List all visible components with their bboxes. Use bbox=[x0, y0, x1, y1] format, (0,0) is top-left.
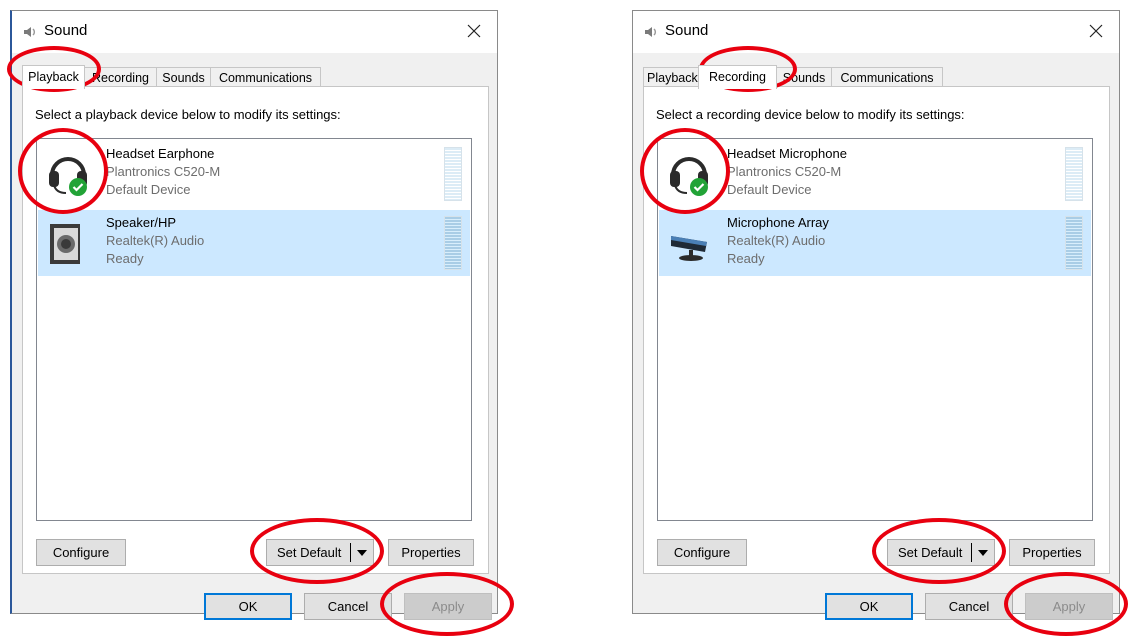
level-meter bbox=[1065, 216, 1083, 270]
speaker-icon bbox=[46, 218, 90, 266]
level-meter bbox=[444, 216, 462, 270]
device-item-microphone-array[interactable]: Microphone Array Realtek(R) Audio Ready bbox=[659, 210, 1091, 276]
device-subtitle: Plantronics C520-M bbox=[727, 164, 842, 179]
set-default-split-button[interactable]: Set Default bbox=[266, 539, 374, 566]
tab-panel: Select a playback device below to modify… bbox=[22, 86, 489, 574]
device-item-headset-microphone[interactable]: Headset Microphone Plantronics C520-M De… bbox=[659, 141, 1091, 207]
instruction-text: Select a recording device below to modif… bbox=[656, 107, 965, 122]
tab-sounds[interactable]: Sounds bbox=[156, 67, 211, 87]
tab-recording[interactable]: Recording bbox=[698, 65, 777, 89]
window-title: Sound bbox=[44, 22, 88, 39]
device-status: Default Device bbox=[727, 182, 812, 197]
tab-sounds[interactable]: Sounds bbox=[776, 67, 832, 87]
device-name: Headset Microphone bbox=[727, 146, 847, 161]
title-bar: Sound bbox=[633, 11, 1119, 53]
cancel-button[interactable]: Cancel bbox=[304, 593, 392, 620]
sound-dialog-playback: Sound Playback Recording Sounds Communic… bbox=[10, 10, 498, 620]
device-item-headset-earphone[interactable]: Headset Earphone Plantronics C520-M Defa… bbox=[38, 141, 470, 207]
device-name: Speaker/HP bbox=[106, 215, 177, 230]
close-button[interactable] bbox=[1073, 11, 1119, 53]
tab-panel: Select a recording device below to modif… bbox=[643, 86, 1110, 574]
device-status: Default Device bbox=[106, 182, 191, 197]
apply-button[interactable]: Apply bbox=[404, 593, 492, 620]
device-name: Headset Earphone bbox=[106, 146, 215, 161]
configure-button[interactable]: Configure bbox=[36, 539, 126, 566]
tab-playback[interactable]: Playback bbox=[643, 67, 699, 87]
device-status: Ready bbox=[106, 251, 144, 266]
tab-recording[interactable]: Recording bbox=[84, 67, 157, 87]
device-list: Headset Microphone Plantronics C520-M De… bbox=[657, 138, 1093, 521]
device-list: Headset Earphone Plantronics C520-M Defa… bbox=[36, 138, 472, 521]
set-default-split-button[interactable]: Set Default bbox=[887, 539, 995, 566]
apply-button[interactable]: Apply bbox=[1025, 593, 1113, 620]
ok-button[interactable]: OK bbox=[825, 593, 913, 620]
level-meter bbox=[444, 147, 462, 201]
set-default-label: Set Default bbox=[898, 545, 963, 560]
close-icon bbox=[467, 24, 481, 41]
sound-speaker-icon bbox=[643, 24, 659, 40]
configure-button[interactable]: Configure bbox=[657, 539, 747, 566]
tab-communications[interactable]: Communications bbox=[831, 67, 943, 87]
headset-icon bbox=[46, 149, 90, 197]
properties-button[interactable]: Properties bbox=[388, 539, 474, 566]
chevron-down-icon[interactable] bbox=[978, 550, 988, 556]
split-separator bbox=[971, 543, 972, 562]
device-subtitle: Realtek(R) Audio bbox=[727, 233, 826, 248]
chevron-down-icon[interactable] bbox=[357, 550, 367, 556]
device-status: Ready bbox=[727, 251, 765, 266]
window-title: Sound bbox=[665, 22, 709, 39]
ok-button[interactable]: OK bbox=[204, 593, 292, 620]
headset-icon bbox=[667, 149, 711, 197]
tab-communications[interactable]: Communications bbox=[210, 67, 321, 87]
cancel-button[interactable]: Cancel bbox=[925, 593, 1013, 620]
sound-dialog-recording: Sound Playback Recording Sounds Communic… bbox=[632, 10, 1120, 620]
device-item-speaker-hp[interactable]: Speaker/HP Realtek(R) Audio Ready bbox=[38, 210, 470, 276]
device-subtitle: Plantronics C520-M bbox=[106, 164, 221, 179]
device-subtitle: Realtek(R) Audio bbox=[106, 233, 205, 248]
device-name: Microphone Array bbox=[727, 215, 829, 230]
instruction-text: Select a playback device below to modify… bbox=[35, 107, 341, 122]
title-bar: Sound bbox=[12, 11, 497, 53]
split-separator bbox=[350, 543, 351, 562]
set-default-label: Set Default bbox=[277, 545, 342, 560]
close-button[interactable] bbox=[451, 11, 497, 53]
level-meter bbox=[1065, 147, 1083, 201]
properties-button[interactable]: Properties bbox=[1009, 539, 1095, 566]
close-icon bbox=[1089, 24, 1103, 41]
tab-playback[interactable]: Playback bbox=[22, 65, 85, 89]
microphone-array-icon bbox=[667, 218, 711, 266]
sound-speaker-icon bbox=[22, 24, 38, 40]
